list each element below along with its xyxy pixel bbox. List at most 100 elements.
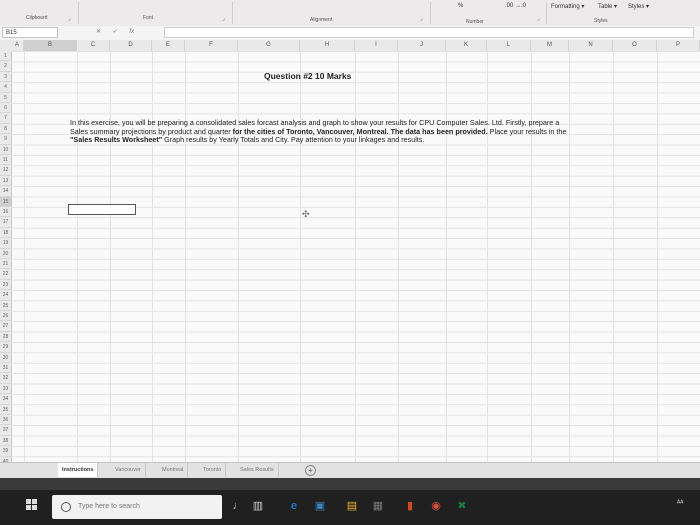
app-icon[interactable]: ▦ (372, 500, 384, 512)
office-icon[interactable]: ▮ (404, 500, 416, 512)
cancel-icon[interactable]: ✕ (96, 29, 101, 35)
column-header[interactable]: B (24, 40, 77, 51)
column-header[interactable]: J (398, 40, 446, 51)
row-header[interactable]: 24 (0, 290, 11, 301)
column-header[interactable]: K (446, 40, 487, 51)
cursor-icon: ✣ (302, 209, 310, 219)
row-header[interactable]: 3 (0, 72, 11, 83)
column-header[interactable]: E (152, 40, 185, 51)
number-launcher-icon[interactable]: ⌟ (537, 16, 543, 22)
tab-sales-results[interactable]: Sales Results (236, 463, 279, 477)
add-sheet-icon[interactable]: + (305, 465, 316, 476)
row-header[interactable]: 31 (0, 363, 11, 374)
row-header[interactable]: 33 (0, 384, 11, 395)
row-header[interactable]: 28 (0, 332, 11, 343)
row-header[interactable]: 17 (0, 217, 11, 228)
row-header[interactable]: 12 (0, 165, 11, 176)
column-gridline (238, 51, 239, 462)
column-header[interactable]: C (77, 40, 110, 51)
column-header[interactable]: A (11, 40, 24, 51)
tab-montreal[interactable]: Montreal (158, 463, 189, 477)
tab-instructions[interactable]: Instructions (58, 463, 99, 477)
row-header[interactable]: 6 (0, 103, 11, 114)
column-header[interactable]: I (355, 40, 398, 51)
formula-input[interactable] (164, 27, 694, 38)
tab-toronto[interactable]: Toronto (199, 463, 227, 477)
row-header[interactable]: 20 (0, 249, 11, 259)
column-header[interactable]: L (487, 40, 531, 51)
font-launcher-icon[interactable]: ⌟ (222, 16, 228, 22)
microphone-icon[interactable]: ♩ (232, 500, 244, 512)
column-header[interactable]: N (569, 40, 613, 51)
clipboard-launcher-icon[interactable]: ⌟ (68, 16, 74, 22)
column-header[interactable]: G (238, 40, 300, 51)
column-gridline (24, 51, 25, 462)
formula-bar: B15 ✕ ✓ fx (0, 26, 700, 41)
column-header[interactable]: H (300, 40, 355, 51)
column-header[interactable]: O (613, 40, 657, 51)
conditional-formatting-button[interactable]: Formatting ▾ (551, 3, 584, 10)
confirm-icon[interactable]: ✓ (113, 29, 118, 35)
row-header[interactable]: 39 (0, 446, 11, 457)
column-header[interactable]: D (110, 40, 152, 51)
selected-cell[interactable] (68, 204, 136, 215)
column-gridline (152, 51, 153, 462)
column-header[interactable]: M (531, 40, 569, 51)
column-header[interactable]: F (185, 40, 238, 51)
notification-icon[interactable]: ᴬᴬ (677, 500, 683, 507)
tab-vancouver[interactable]: Vancouver (111, 463, 146, 477)
row-header[interactable]: 15 (0, 196, 11, 207)
name-box[interactable]: B15 (2, 27, 58, 38)
row-header[interactable]: 18 (0, 228, 11, 239)
para-bold-2: "Sales Results Worksheet" (70, 135, 163, 145)
fx-icon[interactable]: fx (129, 29, 134, 35)
row-header[interactable]: 22 (0, 269, 11, 280)
format-as-table-button[interactable]: Table ▾ (598, 3, 617, 10)
row-header[interactable]: 38 (0, 436, 11, 447)
decimal-buttons[interactable]: .00 →.0 (505, 3, 526, 9)
row-header[interactable]: 25 (0, 301, 11, 311)
row-header[interactable]: 29 (0, 342, 11, 353)
cell-styles-button[interactable]: Styles ▾ (628, 3, 649, 10)
row-header[interactable]: 10 (0, 145, 11, 155)
percent-button[interactable]: % (458, 3, 463, 9)
sheet-tabs: Instructions Vancouver Montreal Toronto … (0, 462, 700, 479)
row-header[interactable]: 7 (0, 113, 11, 124)
excel-icon[interactable]: ✖ (456, 500, 468, 512)
row-header[interactable]: 9 (0, 134, 11, 145)
windows-start-icon[interactable] (26, 499, 38, 511)
row-header[interactable]: 11 (0, 155, 11, 166)
row-header[interactable]: 5 (0, 93, 11, 103)
edge-icon[interactable]: e (288, 500, 300, 512)
row-header[interactable]: 8 (0, 124, 11, 135)
row-header[interactable]: 2 (0, 61, 11, 72)
task-view-icon[interactable]: ▥ (252, 500, 264, 512)
row-header[interactable]: 4 (0, 82, 11, 93)
row-header[interactable]: 16 (0, 207, 11, 218)
taskbar-search[interactable]: Type here to search (52, 495, 222, 519)
worksheet-grid[interactable]: ABCDEFGHIJKLMNOP 1 2 3 4 5 6 7 8 9 10 11 12 13 14 15 16… (0, 40, 700, 467)
row-header[interactable]: 19 (0, 238, 11, 249)
column-gridline (487, 51, 488, 462)
store-icon[interactable]: ▣ (314, 500, 326, 512)
row-header[interactable]: 27 (0, 321, 11, 332)
row-header[interactable]: 26 (0, 311, 11, 322)
column-header[interactable]: P (657, 40, 700, 51)
row-header[interactable]: 23 (0, 280, 11, 291)
row-header[interactable]: 36 (0, 415, 11, 426)
ribbon-group-alignment: Alignment (310, 17, 333, 23)
row-header[interactable]: 13 (0, 176, 11, 187)
chrome-icon[interactable]: ◉ (430, 500, 442, 512)
search-circle-icon (61, 502, 71, 512)
row-header[interactable]: 35 (0, 405, 11, 415)
row-header[interactable]: 14 (0, 186, 11, 197)
row-header[interactable]: 34 (0, 394, 11, 405)
file-explorer-icon[interactable]: ▤ (346, 500, 358, 512)
row-header[interactable]: 32 (0, 373, 11, 384)
row-header[interactable]: 1 (0, 51, 11, 62)
row-header[interactable]: 30 (0, 353, 11, 363)
alignment-launcher-icon[interactable]: ⌟ (420, 16, 426, 22)
column-gridline (355, 51, 356, 462)
row-header[interactable]: 21 (0, 259, 11, 270)
row-header[interactable]: 37 (0, 425, 11, 436)
